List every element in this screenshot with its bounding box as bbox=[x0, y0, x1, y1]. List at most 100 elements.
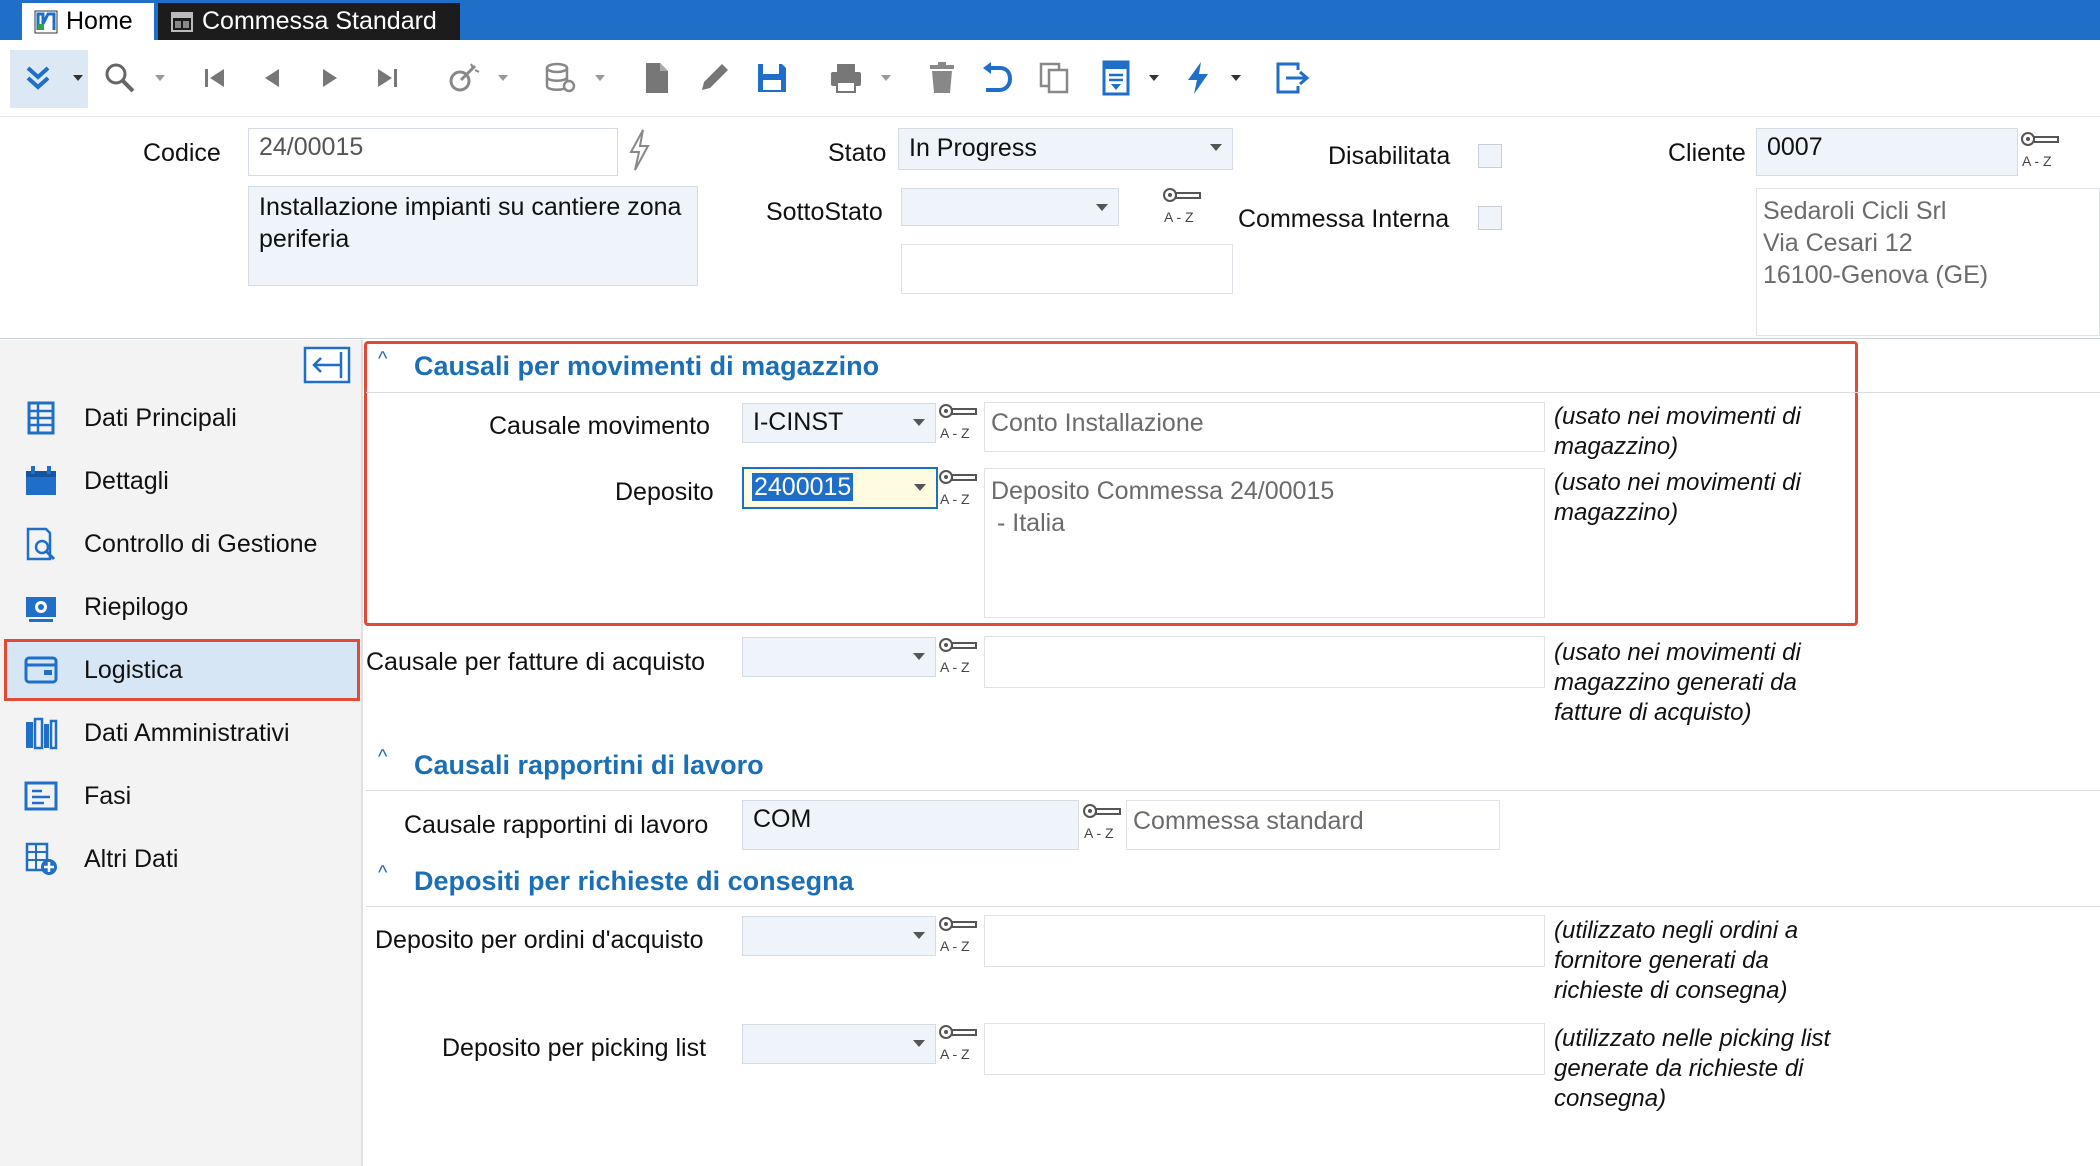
fatture-acquisto-label: Causale per fatture di acquisto bbox=[366, 648, 706, 676]
save-icon bbox=[758, 64, 786, 92]
next-record-button[interactable] bbox=[309, 58, 349, 98]
collapse-chevron-icon[interactable]: ^ bbox=[378, 862, 387, 885]
ordini-acquisto-select[interactable] bbox=[742, 916, 936, 956]
key-az-icon[interactable] bbox=[938, 468, 980, 508]
key-az-icon[interactable] bbox=[1162, 186, 1204, 226]
sidebar-item-controllo-di-gestione[interactable]: Controllo di Gestione bbox=[6, 515, 358, 573]
window-icon bbox=[171, 11, 193, 32]
tab-home[interactable]: Home bbox=[22, 3, 154, 40]
commessa-interna-checkbox[interactable] bbox=[1478, 206, 1502, 230]
rapportini-input[interactable]: COM bbox=[742, 800, 1079, 850]
delete-button[interactable] bbox=[922, 58, 962, 98]
first-record-button[interactable] bbox=[195, 58, 235, 98]
sottostato-select[interactable] bbox=[901, 188, 1119, 226]
rapportini-label: Causale rapportini di lavoro bbox=[404, 811, 709, 839]
dropdown-arrow-icon[interactable] bbox=[1230, 72, 1242, 84]
sidebar-item-dati-amministrativi[interactable]: Dati Amministrativi bbox=[6, 704, 358, 762]
key-az-icon[interactable] bbox=[938, 915, 980, 955]
dropdown-arrow-icon[interactable] bbox=[154, 72, 166, 84]
fatture-acquisto-select[interactable] bbox=[742, 637, 936, 677]
key-az-icon[interactable] bbox=[938, 636, 980, 676]
sidebar-item-label: Dati Amministrativi bbox=[84, 718, 290, 747]
tab-commessa-standard[interactable]: Commessa Standard bbox=[158, 3, 460, 40]
actions-button[interactable] bbox=[1178, 58, 1218, 98]
sidebar-item-dati-principali[interactable]: Dati Principali bbox=[6, 389, 358, 447]
disabilitata-checkbox[interactable] bbox=[1478, 144, 1502, 168]
edit-button[interactable] bbox=[694, 58, 734, 98]
key-az-icon[interactable] bbox=[938, 402, 980, 442]
deposito-value: 2400015 bbox=[752, 473, 854, 501]
database-search-icon bbox=[545, 62, 576, 93]
dropdown-arrow-icon[interactable] bbox=[1148, 72, 1160, 84]
last-record-button[interactable] bbox=[367, 58, 407, 98]
codice-input[interactable]: 24/00015 bbox=[248, 128, 618, 176]
disabilitata-label: Disabilitata bbox=[1328, 142, 1451, 170]
section-divider bbox=[366, 906, 2100, 907]
sidebar-item-logistica[interactable]: Logistica bbox=[4, 639, 360, 701]
cliente-label: Cliente bbox=[1668, 139, 1746, 167]
duplicate-button[interactable] bbox=[1034, 58, 1074, 98]
chevron-down-icon bbox=[1210, 144, 1222, 151]
key-az-icon[interactable] bbox=[1082, 802, 1124, 842]
dropdown-arrow-icon[interactable] bbox=[880, 72, 892, 84]
printer-icon bbox=[831, 64, 861, 93]
pencil-icon bbox=[702, 64, 728, 90]
print-button[interactable] bbox=[826, 58, 866, 98]
collapse-chevron-icon[interactable]: ^ bbox=[378, 348, 387, 371]
stato-select[interactable]: In Progress bbox=[898, 128, 1233, 170]
chevron-down-icon bbox=[913, 419, 925, 426]
previous-record-button[interactable] bbox=[253, 58, 293, 98]
search-button[interactable] bbox=[100, 58, 140, 98]
undo-button[interactable] bbox=[976, 58, 1016, 98]
collapse-chevron-icon[interactable]: ^ bbox=[378, 746, 387, 769]
sidebar-item-label: Altri Dati bbox=[84, 844, 179, 873]
sidebar-item-altri-dati[interactable]: Altri Dati bbox=[6, 830, 358, 888]
report-button[interactable] bbox=[1096, 58, 1136, 98]
picking-list-select[interactable] bbox=[742, 1024, 936, 1064]
lightning-icon[interactable] bbox=[626, 128, 652, 172]
section-title-rapportini: Causali rapportini di lavoro bbox=[414, 750, 764, 780]
triangle-right-icon bbox=[323, 69, 337, 87]
section-divider bbox=[366, 790, 2100, 791]
dropdown-arrow-icon[interactable] bbox=[594, 72, 606, 84]
fatture-acquisto-note: (usato nei movimenti di magazzino genera… bbox=[1554, 639, 1801, 726]
causale-movimento-select[interactable]: I-CINST bbox=[742, 403, 936, 443]
dropdown-arrow-icon[interactable] bbox=[497, 72, 509, 84]
rapportini-description: Commessa standard bbox=[1126, 800, 1500, 850]
copy-icon bbox=[1039, 62, 1069, 94]
list-icon bbox=[24, 781, 58, 811]
document-search-icon bbox=[26, 527, 56, 561]
key-az-icon[interactable] bbox=[2020, 130, 2062, 170]
cliente-input[interactable]: 0007 bbox=[1756, 128, 2018, 176]
causale-movimento-value: I-CINST bbox=[753, 408, 844, 436]
title-bar: Home Commessa Standard bbox=[0, 0, 2100, 40]
sidebar-item-label: Fasi bbox=[84, 781, 132, 810]
ordini-acquisto-label: Deposito per ordini d'acquisto bbox=[375, 926, 704, 954]
expand-button[interactable] bbox=[18, 58, 58, 98]
exit-button[interactable] bbox=[1272, 58, 1312, 98]
picking-list-description bbox=[984, 1023, 1545, 1075]
dropdown-arrow-icon[interactable] bbox=[72, 72, 84, 84]
new-document-icon bbox=[646, 63, 668, 93]
deposito-label: Deposito bbox=[615, 478, 714, 506]
trash-icon bbox=[930, 62, 954, 93]
database-button[interactable] bbox=[540, 58, 580, 98]
new-document-button[interactable] bbox=[636, 58, 676, 98]
deposito-select[interactable]: 2400015 bbox=[742, 467, 938, 509]
description-field[interactable]: Installazione impianti su cantiere zona … bbox=[248, 186, 698, 286]
chevron-down-icon bbox=[913, 932, 925, 939]
sidebar-item-dettagli[interactable]: Dettagli bbox=[6, 452, 358, 510]
lightning-icon bbox=[1188, 62, 1208, 94]
wizard-button[interactable] bbox=[443, 58, 483, 98]
sidebar-item-riepilogo[interactable]: Riepilogo bbox=[6, 578, 358, 636]
exit-icon bbox=[1276, 62, 1310, 94]
deposito-description-line1: Deposito Commessa 24/00015 bbox=[991, 477, 1335, 505]
collapse-sidebar-icon[interactable] bbox=[303, 346, 351, 384]
key-az-icon[interactable] bbox=[938, 1023, 980, 1063]
double-chevron-down-icon bbox=[26, 66, 50, 90]
save-button[interactable] bbox=[752, 58, 792, 98]
add-table-icon bbox=[25, 842, 57, 875]
picking-list-label: Deposito per picking list bbox=[442, 1034, 707, 1062]
spreadsheet-icon bbox=[27, 401, 55, 435]
sidebar-item-fasi[interactable]: Fasi bbox=[6, 767, 358, 825]
